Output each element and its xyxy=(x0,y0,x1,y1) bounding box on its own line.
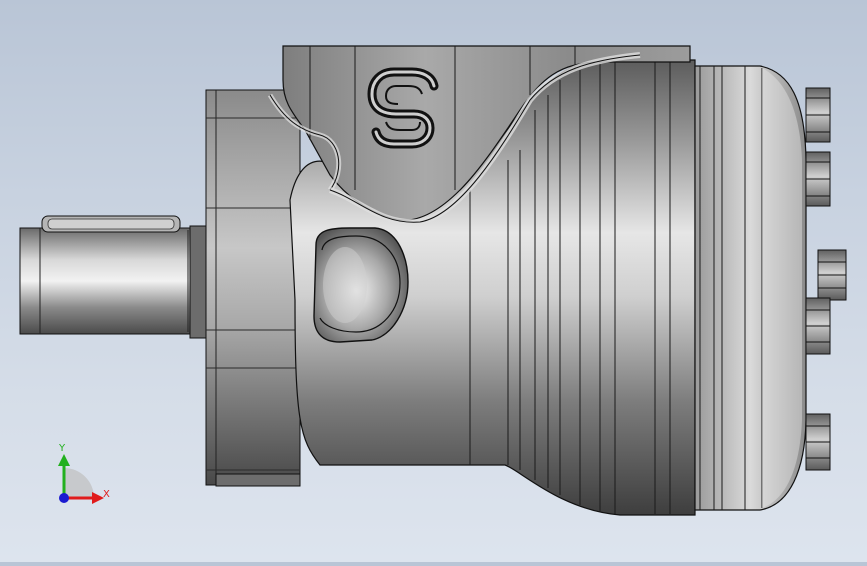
bolt-icon xyxy=(805,87,831,143)
side-port[interactable] xyxy=(313,227,409,343)
bolt-icon xyxy=(805,413,831,471)
end-cap[interactable] xyxy=(694,65,807,511)
bolt-icon xyxy=(805,297,831,355)
bolt-icon xyxy=(817,249,847,301)
coordinate-triad: Y X xyxy=(58,443,110,504)
shaft-key xyxy=(41,215,181,233)
bolt-icon xyxy=(805,151,831,207)
cad-viewport[interactable]: Y X xyxy=(0,0,867,562)
z-axis-dot xyxy=(59,493,69,503)
mounting-flange[interactable] xyxy=(205,89,301,487)
triad-x-label: X xyxy=(103,489,110,500)
triad-y-label: Y xyxy=(58,443,66,454)
end-cap-bolts xyxy=(805,87,847,471)
output-shaft[interactable] xyxy=(19,215,207,339)
